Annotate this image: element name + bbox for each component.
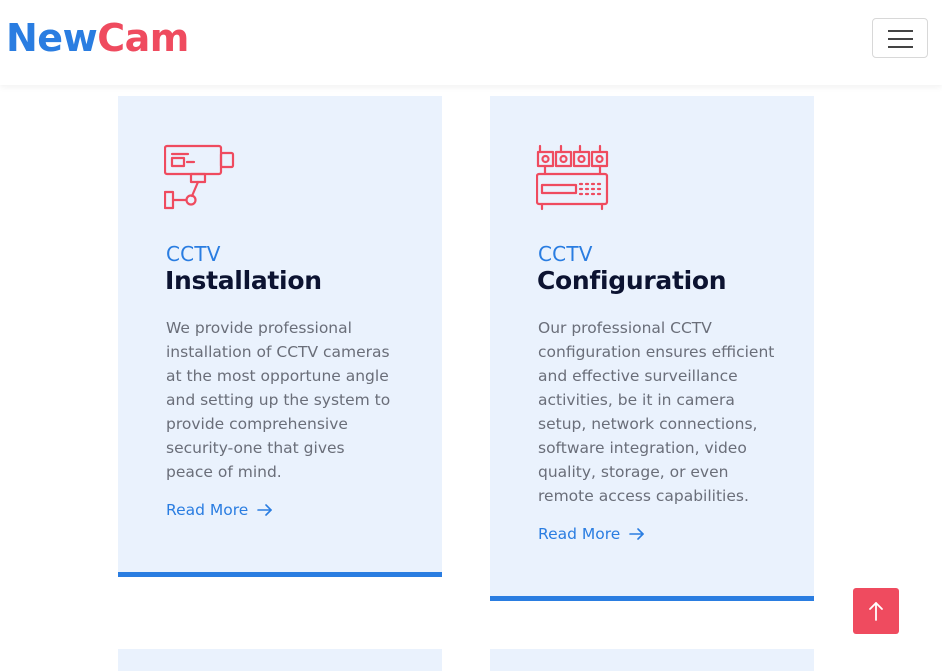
cctv-camera-icon	[164, 144, 235, 210]
read-more-label: Read More	[538, 525, 621, 543]
service-card-installation: CCTV Installation We provide professiona…	[118, 96, 442, 577]
card-description: Our professional CCTV configuration ensu…	[538, 319, 775, 505]
brand-logo-part2: Cam	[97, 16, 189, 60]
read-more-link[interactable]: Read More	[166, 501, 273, 519]
card-description: We provide professional installation of …	[166, 319, 391, 481]
hamburger-menu-icon	[888, 30, 913, 32]
brand-logo[interactable]: NewCam	[6, 14, 189, 62]
card-eyebrow: CCTV	[538, 242, 593, 266]
brand-logo-part1: New	[6, 16, 98, 60]
back-to-top-button[interactable]	[853, 588, 899, 634]
service-card-configuration: CCTV Configuration Our professional CCTV…	[490, 96, 814, 601]
read-more-link[interactable]: Read More	[538, 525, 645, 543]
navbar: NewCam	[0, 0, 942, 85]
arrow-up-icon	[869, 602, 883, 621]
card-title: Installation	[165, 266, 322, 295]
read-more-label: Read More	[166, 501, 249, 519]
arrow-right-icon	[257, 504, 273, 516]
arrow-right-icon	[629, 528, 645, 540]
menu-toggle-button[interactable]	[872, 18, 928, 58]
dvr-recorder-icon	[536, 144, 609, 211]
card-title: Configuration	[537, 266, 727, 295]
service-card-partial	[490, 649, 814, 671]
service-card-partial	[118, 649, 442, 671]
card-eyebrow: CCTV	[166, 242, 221, 266]
